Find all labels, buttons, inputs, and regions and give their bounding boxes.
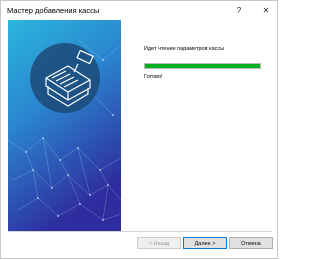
title-bar: Мастер добавления кассы ? ✕ — [1, 1, 277, 21]
wizard-window: Мастер добавления кассы ? ✕ Идет чтение … — [0, 0, 278, 259]
back-button[interactable]: < Назад — [137, 237, 181, 249]
next-button[interactable]: Далее > — [183, 237, 227, 249]
button-separator — [8, 231, 272, 232]
status-text: Идет чтение параметров кассы — [144, 46, 225, 52]
window-title: Мастер добавления кассы — [7, 6, 100, 15]
help-icon[interactable]: ? — [231, 4, 247, 18]
progress-fill — [145, 64, 260, 68]
wizard-sidebar-image — [8, 20, 121, 231]
done-text: Готово! — [144, 74, 163, 80]
close-icon[interactable]: ✕ — [258, 4, 274, 18]
sidebar-illustration — [8, 20, 121, 231]
cancel-button[interactable]: Отмена — [229, 237, 273, 249]
progress-bar — [144, 63, 261, 69]
